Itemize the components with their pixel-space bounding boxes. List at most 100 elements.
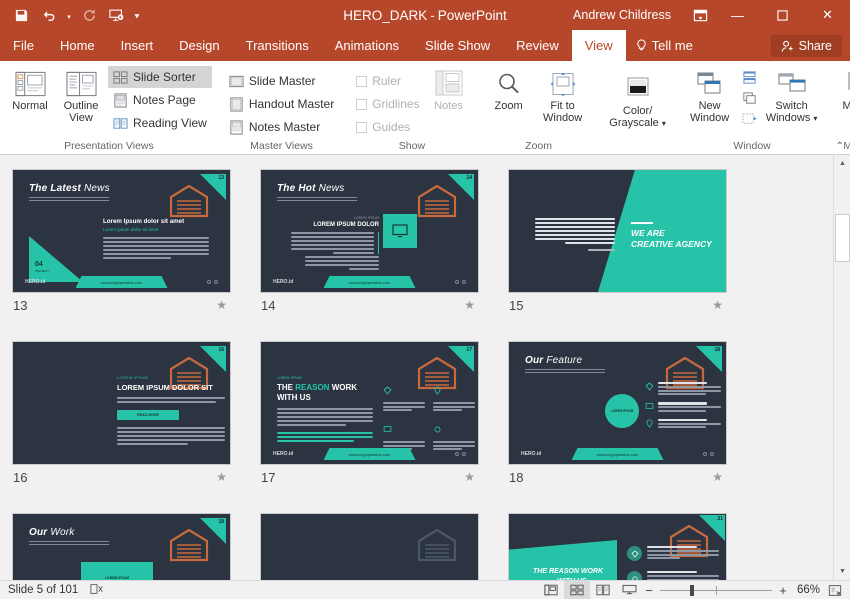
presentation-views-small-buttons: Slide Sorter Notes Page Reading View bbox=[108, 64, 212, 134]
normal-view-button[interactable]: Normal bbox=[6, 64, 54, 112]
work-card: LOREM IPSUM LOREM IPSUM DOLOR SIT AMET bbox=[81, 562, 153, 580]
animation-star-icon[interactable]: ★ bbox=[216, 298, 231, 312]
undo-dropdown-caret[interactable]: ▾ bbox=[64, 3, 74, 27]
accessibility-icon[interactable] bbox=[90, 583, 104, 598]
slide-thumbnail-21[interactable]: 21 THE REASON WORK WITH US bbox=[508, 513, 727, 580]
slide-thumbnail-19[interactable]: 19 Our Work LOREM IPSUM LOREM IPSUM DOLO… bbox=[12, 513, 231, 580]
scrollbar-track[interactable] bbox=[834, 172, 850, 563]
share-button[interactable]: Share bbox=[771, 35, 842, 57]
notes-button[interactable]: Notes bbox=[425, 64, 473, 112]
redo-icon[interactable] bbox=[76, 3, 102, 27]
fit-to-window-button[interactable]: Fit to Window bbox=[533, 64, 593, 124]
switch-windows-button[interactable]: Switch Windows ▾ bbox=[762, 64, 822, 125]
vertical-scrollbar[interactable]: ▲ ▼ bbox=[833, 155, 850, 580]
minimize-button[interactable]: — bbox=[715, 0, 760, 30]
start-slideshow-icon[interactable] bbox=[104, 3, 130, 27]
reading-view-button[interactable]: Reading View bbox=[108, 112, 212, 134]
animation-star-icon[interactable]: ★ bbox=[712, 470, 727, 484]
zoom-level-label[interactable]: 66% bbox=[790, 584, 826, 596]
notes-master-button[interactable]: Notes Master bbox=[224, 116, 339, 138]
zoom-out-button[interactable]: − bbox=[642, 583, 656, 598]
slide-show-button[interactable] bbox=[616, 581, 642, 599]
tab-file[interactable]: File bbox=[0, 30, 47, 61]
zoom-slider-handle[interactable] bbox=[690, 585, 694, 596]
tell-me-search[interactable]: Tell me bbox=[626, 30, 703, 61]
zoom-button[interactable]: Zoom bbox=[485, 64, 533, 112]
slide-thumb[interactable]: 14 The Hot News LOREM IPSUM LOREM IPSUM … bbox=[260, 169, 479, 293]
close-button[interactable]: ✕ bbox=[805, 0, 850, 30]
slide-thumb[interactable]: WE ARE CREATIVE AGENCY bbox=[508, 169, 727, 293]
corner-number: 16 bbox=[218, 347, 224, 353]
slide-heading: Lorem Ipsum dolor sit amet bbox=[103, 218, 209, 225]
slide-thumb[interactable]: 17 LOREM IPSUM THE REASON WORK WITH US bbox=[260, 341, 479, 465]
tab-design[interactable]: Design bbox=[166, 30, 232, 61]
normal-view-button[interactable] bbox=[538, 581, 564, 599]
cascade-button[interactable] bbox=[737, 88, 762, 108]
footer-url: www.ichgopowerio.com bbox=[324, 452, 416, 457]
slide-thumbnail-17[interactable]: 17 LOREM IPSUM THE REASON WORK WITH US bbox=[260, 341, 479, 465]
collapse-ribbon-icon[interactable]: ⌃ bbox=[836, 141, 844, 152]
slide-footer: HERO.id www.ichgopowerio.com bbox=[265, 448, 474, 460]
slide-thumbnail-14[interactable]: 14 The Hot News LOREM IPSUM LOREM IPSUM … bbox=[260, 169, 479, 293]
color-grayscale-button[interactable]: Color/ Grayscale ▾ bbox=[605, 69, 671, 130]
slide-sorter-button[interactable] bbox=[564, 581, 590, 599]
slide-eyebrow: LOREM IPSUM bbox=[293, 216, 379, 220]
slide-thumb[interactable]: 18 Our Feature LOREM IPSUM bbox=[508, 341, 727, 465]
tab-slide-show[interactable]: Slide Show bbox=[412, 30, 503, 61]
move-split-button[interactable] bbox=[737, 109, 762, 129]
tab-transitions[interactable]: Transitions bbox=[233, 30, 322, 61]
slide-thumb[interactable]: 16 LOREM IPSUM LOREM IPSUM DOLOR SIT REA… bbox=[12, 341, 231, 465]
tab-view[interactable]: View bbox=[572, 30, 626, 61]
location-pin-icon bbox=[433, 386, 442, 395]
slide-thumbnail-20[interactable]: 01 Lorem ipsum dolor sit amet, consectet… bbox=[260, 513, 479, 580]
slide-counter[interactable]: Slide 5 of 101 bbox=[8, 584, 78, 596]
animation-star-icon[interactable]: ★ bbox=[712, 298, 727, 312]
slide-heading: LOREM IPSUM DOLOR SIT bbox=[117, 383, 225, 392]
maximize-button[interactable] bbox=[760, 0, 805, 30]
macros-button[interactable]: Macros bbox=[834, 64, 850, 112]
scroll-up-arrow[interactable]: ▲ bbox=[834, 155, 850, 172]
customize-quick-access-toolbar-icon[interactable]: ⯆ bbox=[132, 3, 142, 27]
reading-view-button[interactable] bbox=[590, 581, 616, 599]
gridlines-checkbox[interactable]: Gridlines bbox=[351, 93, 424, 115]
notes-page-button[interactable]: Notes Page bbox=[108, 89, 212, 111]
slide-number: 17 bbox=[260, 470, 275, 485]
account-name[interactable]: Andrew Childress bbox=[573, 8, 685, 22]
scroll-down-arrow[interactable]: ▼ bbox=[834, 563, 850, 580]
fit-to-window-button[interactable] bbox=[826, 584, 844, 597]
zoom-slider[interactable] bbox=[660, 581, 772, 600]
slide-sorter-button[interactable]: Slide Sorter bbox=[108, 66, 212, 88]
tab-home[interactable]: Home bbox=[47, 30, 108, 61]
tab-insert[interactable]: Insert bbox=[108, 30, 167, 61]
save-icon[interactable] bbox=[8, 3, 34, 27]
scrollbar-thumb[interactable] bbox=[835, 214, 850, 262]
gridlines-label: Gridlines bbox=[372, 97, 419, 111]
undo-icon[interactable] bbox=[36, 3, 62, 27]
new-window-button[interactable]: New Window bbox=[683, 64, 737, 124]
arrange-all-button[interactable] bbox=[737, 67, 762, 87]
monitor-small-icon bbox=[645, 402, 654, 411]
slide-thumb[interactable]: 01 Lorem ipsum dolor sit amet, consectet… bbox=[260, 513, 479, 580]
color-grayscale-icon bbox=[622, 73, 654, 105]
outline-view-button[interactable]: Outline View bbox=[54, 64, 108, 124]
handout-master-button[interactable]: Handout Master bbox=[224, 93, 339, 115]
slide-thumb[interactable]: 19 Our Work LOREM IPSUM LOREM IPSUM DOLO… bbox=[12, 513, 231, 580]
zoom-in-button[interactable]: + bbox=[776, 583, 790, 598]
slide-thumbnail-13[interactable]: 13 The Latest News Lorem Ipsum dolor sit… bbox=[12, 169, 231, 293]
slide-master-button[interactable]: Slide Master bbox=[224, 70, 339, 92]
slide-thumbnail-15[interactable]: WE ARE CREATIVE AGENCY bbox=[508, 169, 727, 293]
slide-thumb[interactable]: 21 THE REASON WORK WITH US bbox=[508, 513, 727, 580]
animation-star-icon[interactable]: ★ bbox=[216, 470, 231, 484]
slide-thumbnail-18[interactable]: 18 Our Feature LOREM IPSUM bbox=[508, 341, 727, 465]
slide-meta: 18 ★ bbox=[508, 465, 727, 489]
slide-thumbnail-16[interactable]: 16 LOREM IPSUM LOREM IPSUM DOLOR SIT REA… bbox=[12, 341, 231, 465]
animation-star-icon[interactable]: ★ bbox=[464, 470, 479, 484]
tab-review[interactable]: Review bbox=[503, 30, 572, 61]
slide-thumb[interactable]: 13 The Latest News Lorem Ipsum dolor sit… bbox=[12, 169, 231, 293]
ruler-checkbox[interactable]: Ruler bbox=[351, 70, 424, 92]
tab-animations[interactable]: Animations bbox=[322, 30, 412, 61]
animation-star-icon[interactable]: ★ bbox=[464, 298, 479, 312]
read-more-button[interactable]: READ MORE bbox=[117, 410, 179, 420]
guides-checkbox[interactable]: Guides bbox=[351, 116, 424, 138]
ribbon-display-options-icon[interactable] bbox=[685, 0, 715, 30]
